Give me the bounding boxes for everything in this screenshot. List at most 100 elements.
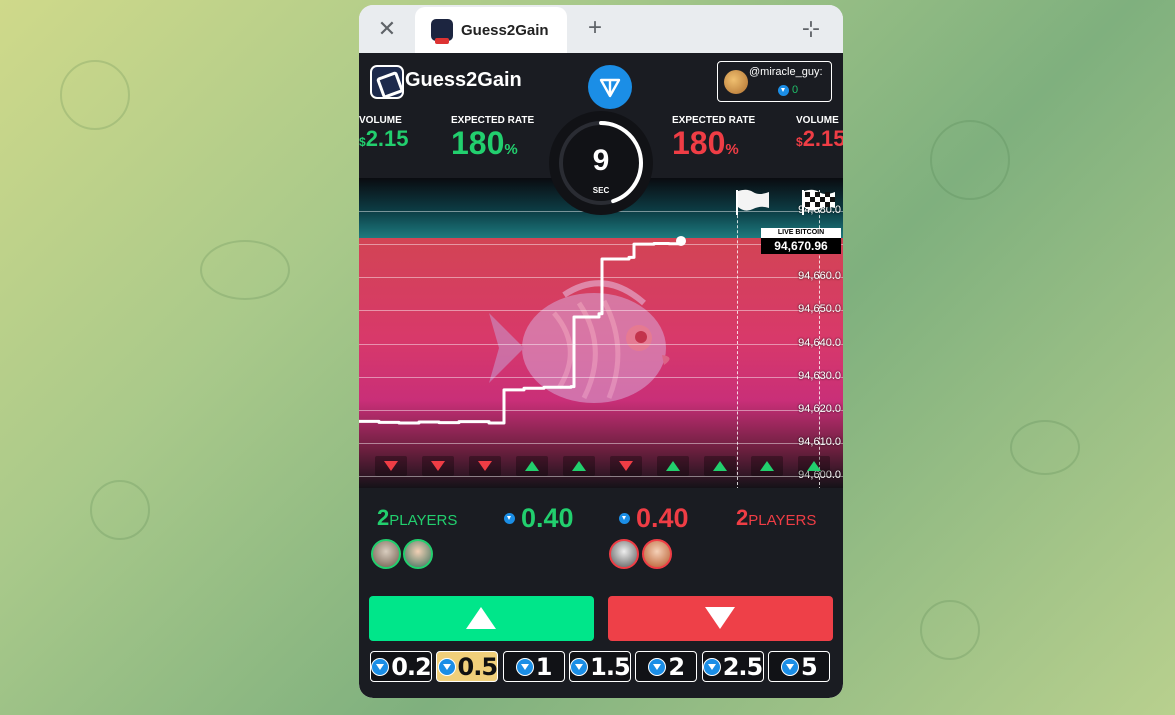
bet-amount-option[interactable]: 1.5	[568, 651, 631, 682]
arrow-up-icon	[525, 461, 539, 471]
balance-value: 0	[792, 84, 799, 96]
background-doodle	[1010, 420, 1080, 475]
up-volume-value: $2.15	[359, 126, 409, 151]
history-down-marker	[469, 456, 501, 476]
bet-amount-option[interactable]: 0.2	[370, 651, 432, 682]
bet-amount-option[interactable]: 1	[502, 651, 565, 682]
tab-guess2gain[interactable]: Guess2Gain	[415, 7, 567, 53]
ton-icon	[504, 513, 515, 524]
bet-amount-option[interactable]: 5	[767, 651, 830, 682]
close-icon[interactable]: ✕	[373, 15, 401, 43]
bet-amount-value: 1	[535, 652, 553, 681]
history-up-marker	[516, 456, 548, 476]
avatar	[403, 539, 433, 569]
down-players-count: 2PLAYERS	[736, 505, 817, 530]
history-down-marker	[610, 456, 642, 476]
bet-amount-value: 0.2	[391, 652, 432, 681]
up-pool: 0.40	[504, 503, 574, 534]
arrow-down-icon	[619, 461, 633, 471]
history-up-marker	[751, 456, 783, 476]
ton-icon	[780, 657, 799, 676]
app-favicon-icon	[431, 19, 453, 44]
up-players-count: 2PLAYERS	[377, 505, 458, 530]
history-up-marker	[704, 456, 736, 476]
user-balance: 0	[778, 84, 798, 96]
username: @miracle_guy:	[749, 66, 823, 78]
bet-amount-value: 2.5	[722, 652, 764, 681]
app-logo-icon	[370, 65, 404, 99]
bet-amount-option[interactable]: 2	[635, 651, 698, 682]
history-up-marker	[563, 456, 595, 476]
history-up-marker	[657, 456, 689, 476]
live-bitcoin-label: LIVE BITCOIN	[761, 228, 841, 238]
bet-amount-option[interactable]: 2.5	[701, 651, 764, 682]
ton-icon	[619, 513, 630, 524]
background-doodle	[90, 480, 150, 540]
bet-amount-value: 1.5	[590, 652, 631, 681]
avatar	[724, 70, 748, 94]
timer-unit: SEC	[592, 186, 610, 195]
price-chart: 94,680.094,670.094,660.094,650.094,640.0…	[359, 178, 843, 488]
ton-icon	[599, 78, 621, 98]
background-doodle	[930, 120, 1010, 200]
down-volume-label: VOLUME	[796, 115, 839, 126]
avatar	[371, 539, 401, 569]
arrow-up-icon	[760, 461, 774, 471]
arrow-down-icon	[384, 461, 398, 471]
timer-value: 9	[592, 144, 610, 177]
bet-up-button[interactable]	[369, 596, 594, 641]
background-doodle	[200, 240, 290, 300]
arrow-up-icon	[572, 461, 586, 471]
history-down-marker	[422, 456, 454, 476]
mini-app-window: ✕ Guess2Gain + ⊹ Guess2Gain @miracle_guy…	[359, 5, 843, 698]
arrow-up-icon	[807, 461, 821, 471]
start-line	[737, 190, 738, 488]
ton-icon	[702, 657, 721, 676]
game-app: Guess2Gain @miracle_guy: 0 VOLUME $2.15 …	[359, 53, 843, 698]
avatar	[609, 539, 639, 569]
tab-bar: ✕ Guess2Gain + ⊹	[359, 5, 843, 53]
ton-icon	[437, 657, 456, 676]
collapse-icon[interactable]: ⊹	[797, 15, 825, 43]
bet-amount-value: 2	[668, 652, 685, 681]
app-name: Guess2Gain	[405, 69, 522, 91]
avatar	[642, 539, 672, 569]
bet-amount-option[interactable]: 0.5	[436, 651, 499, 682]
tab-title: Guess2Gain	[461, 21, 549, 39]
arrow-down-icon	[478, 461, 492, 471]
bet-down-button[interactable]	[608, 596, 833, 641]
down-pool-value: 0.40	[636, 503, 689, 533]
background-doodle	[920, 600, 980, 660]
price-series-line	[359, 240, 683, 425]
bet-amount-value: 5	[800, 652, 818, 681]
arrow-down-icon	[431, 461, 445, 471]
up-volume-label: VOLUME	[359, 115, 402, 126]
ton-icon	[515, 657, 534, 676]
ton-icon	[371, 657, 390, 676]
bet-amount-value: 0.5	[457, 652, 499, 681]
down-pool: 0.40	[619, 503, 689, 534]
price-line	[359, 235, 686, 425]
user-profile-button[interactable]: @miracle_guy: 0	[717, 61, 832, 102]
white-flag-icon	[736, 189, 769, 215]
checkered-flag-icon	[802, 189, 835, 215]
down-volume-value: $2.15	[796, 126, 843, 151]
down-rate-value: 180%	[672, 125, 739, 161]
arrow-up-icon	[466, 607, 496, 629]
arrow-down-icon	[705, 607, 735, 629]
ton-icon	[778, 84, 789, 96]
up-pool-value: 0.40	[521, 503, 574, 533]
history-up-marker	[798, 456, 830, 476]
history-down-marker	[375, 456, 407, 476]
arrow-up-icon	[713, 461, 727, 471]
round-timer: 9 SEC	[549, 111, 653, 215]
new-tab-icon[interactable]: +	[581, 14, 609, 42]
current-price-point	[676, 235, 686, 246]
live-bitcoin-price: 94,670.96	[761, 238, 841, 254]
background-doodle	[60, 60, 130, 130]
ton-icon	[570, 657, 589, 676]
arrow-up-icon	[666, 461, 680, 471]
ton-wallet-button[interactable]	[588, 65, 632, 109]
ton-icon	[648, 657, 667, 676]
up-rate-value: 180%	[451, 125, 518, 161]
